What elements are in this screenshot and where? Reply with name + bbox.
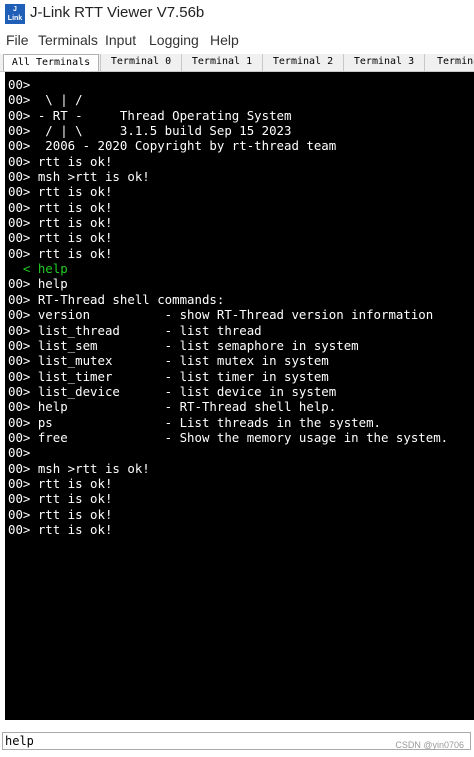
terminal-line: 00> list_device - list device in system (8, 383, 337, 399)
terminal-line: 00> msh >rtt is ok! (8, 460, 150, 476)
terminal-line: 00> rtt is ok! (8, 506, 113, 522)
terminal-echo-line: < help (8, 261, 68, 277)
terminal-line: 00> / | \ 3.1.5 build Sep 15 2023 (8, 123, 292, 139)
terminal-line: 00> rtt is ok! (8, 215, 113, 231)
menu-file[interactable]: File (6, 32, 29, 48)
menu-logging[interactable]: Logging (149, 32, 199, 48)
terminal-line: 00> rtt is ok! (8, 230, 113, 246)
terminal-line: 00> free - Show the memory usage in the … (8, 429, 449, 445)
tab-terminal-0[interactable]: Terminal 0 (100, 54, 181, 71)
app-icon-text-top: J (13, 6, 17, 13)
window-title: J-Link RTT Viewer V7.56b (30, 4, 205, 21)
menu-input[interactable]: Input (105, 32, 136, 48)
terminal-line: 00> rtt is ok! (8, 199, 113, 215)
terminal-line: 00> msh >rtt is ok! (8, 169, 150, 185)
menu-terminals[interactable]: Terminals (38, 32, 98, 48)
terminal-line: 00> list_mutex - list mutex in system (8, 353, 329, 369)
input-panel: help CSDN @yin0706 (0, 720, 474, 757)
terminal-line: 00> - RT - Thread Operating System (8, 107, 292, 123)
terminal-line: 00> 2006 - 2020 Copyright by rt-thread t… (8, 138, 337, 154)
terminal-line: 00> (8, 77, 31, 92)
terminal-line: 00> help (8, 276, 68, 292)
terminal-line: 00> rtt is ok! (8, 184, 113, 200)
terminal-line: 00> help - RT-Thread shell help. (8, 399, 337, 415)
title-bar: J Link J-Link RTT Viewer V7.56b (0, 0, 474, 28)
terminal-line: 00> \ | / (8, 92, 83, 108)
terminal-line: 00> rtt is ok! (8, 153, 113, 169)
menu-help[interactable]: Help (210, 32, 239, 48)
terminal-line: 00> list_sem - list semaphore in system (8, 337, 359, 353)
terminal-line: 00> RT-Thread shell commands: (8, 291, 225, 307)
app-icon-text-bottom: Link (7, 15, 23, 22)
terminal-line: 00> list_timer - list timer in system (8, 368, 329, 384)
tab-terminal-3[interactable]: Terminal 3 (343, 54, 424, 71)
terminal-line: 00> rtt is ok! (8, 491, 113, 507)
tab-terminal-2[interactable]: Terminal 2 (262, 54, 343, 71)
terminal-line: 00> list_thread - list thread (8, 322, 262, 338)
terminal-line: 00> ps - List threads in the system. (8, 414, 381, 430)
terminal-line: 00> rtt is ok! (8, 475, 113, 491)
terminal-lines: 00> 00> \ | /00> - RT - Thread Operating … (8, 77, 448, 537)
terminal-tab-bar: All Terminals Terminal 0 Terminal 1 Term… (0, 54, 474, 72)
tab-all-terminals[interactable]: All Terminals (3, 54, 99, 71)
terminal-output[interactable]: 00> 00> \ | /00> - RT - Thread Operating … (5, 72, 474, 720)
jlink-app-icon: J Link (5, 4, 25, 24)
terminal-line: 00> rtt is ok! (8, 245, 113, 261)
terminal-line: 00> (8, 445, 31, 461)
watermark: CSDN @yin0706 (395, 740, 464, 750)
terminal-line: 00> rtt is ok! (8, 521, 113, 537)
tab-terminal-1[interactable]: Terminal 1 (181, 54, 262, 71)
terminal-line: 00> version - show RT-Thread version inf… (8, 307, 434, 323)
menu-bar: File Terminals Input Logging Help (0, 30, 474, 52)
tab-terminal-4-partial[interactable]: Termina (424, 54, 474, 71)
